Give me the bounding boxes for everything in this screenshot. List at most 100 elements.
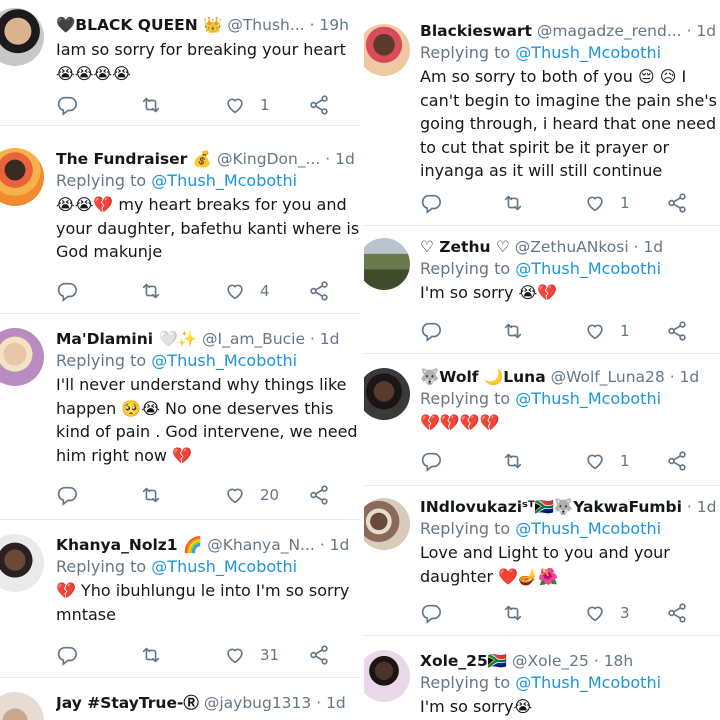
- share-icon: [308, 484, 330, 506]
- timestamp[interactable]: · 19h: [310, 16, 349, 34]
- display-name[interactable]: 🖤BLACK QUEEN 👑: [56, 16, 222, 34]
- avatar[interactable]: [364, 238, 410, 290]
- replying-to: Replying to @Thush_Mcobothi: [420, 673, 662, 692]
- like-button[interactable]: 3: [584, 602, 630, 624]
- like-button[interactable]: 1: [584, 192, 630, 214]
- display-name[interactable]: The Fundraiser 💰: [56, 150, 212, 168]
- display-name[interactable]: 🐺Wolf 🌙Luna: [420, 368, 546, 386]
- mention-link[interactable]: @Thush_Mcobothi: [151, 171, 297, 190]
- share-button[interactable]: [308, 94, 330, 116]
- display-name[interactable]: Blackieswart: [420, 22, 532, 40]
- share-button[interactable]: [308, 484, 330, 506]
- share-button[interactable]: [666, 602, 688, 624]
- avatar[interactable]: [0, 8, 44, 66]
- mention-link[interactable]: @Thush_Mcobothi: [515, 673, 661, 692]
- tweet[interactable]: Khanya_Nolz1 🌈 @Khanya_N... · 1d Replyin…: [0, 520, 360, 678]
- timestamp[interactable]: · 1d: [320, 536, 350, 554]
- avatar[interactable]: [364, 368, 410, 420]
- display-name[interactable]: Jay #StayTrue-Ⓡ: [56, 694, 199, 712]
- mention-link[interactable]: @Thush_Mcobothi: [515, 43, 661, 62]
- tweet[interactable]: The Fundraiser 💰 @KingDon_... · 1d Reply…: [0, 134, 360, 314]
- tweet[interactable]: Ma'Dlamini 🤍✨ @I_am_Bucie · 1d Replying …: [0, 314, 360, 520]
- display-name[interactable]: Ma'Dlamini 🤍✨: [56, 330, 197, 348]
- tweet[interactable]: Blackieswart @magadze_rend... · 1d Reply…: [364, 0, 720, 226]
- like-button[interactable]: 1: [584, 450, 630, 472]
- timestamp[interactable]: · 18h: [594, 652, 633, 670]
- timestamp[interactable]: · 1d: [687, 498, 717, 516]
- timestamp[interactable]: · 1d: [634, 238, 664, 256]
- user-handle[interactable]: @Khanya_N...: [207, 536, 315, 554]
- tweet[interactable]: 🐺Wolf 🌙Luna @Wolf_Luna28 · 1d Replying t…: [364, 354, 720, 486]
- tweet-text: I'm so sorry😭: [420, 697, 533, 716]
- like-button[interactable]: 1: [584, 320, 630, 342]
- mention-link[interactable]: @Thush_Mcobothi: [151, 351, 297, 370]
- like-button[interactable]: 1: [224, 94, 270, 116]
- avatar[interactable]: [364, 24, 410, 76]
- mention-link[interactable]: @Thush_Mcobothi: [151, 557, 297, 576]
- user-handle[interactable]: @Wolf_Luna28: [551, 368, 665, 386]
- reply-button[interactable]: [56, 484, 92, 506]
- replying-to: Replying to @Thush_Mcobothi: [56, 351, 298, 370]
- timestamp[interactable]: · 1d: [670, 368, 700, 386]
- reply-button[interactable]: [420, 320, 442, 342]
- retweet-button[interactable]: [502, 192, 524, 214]
- reply-button[interactable]: [420, 192, 442, 214]
- like-button[interactable]: 20: [224, 484, 279, 506]
- retweet-button[interactable]: [502, 320, 524, 342]
- replying-to: Replying to @Thush_Mcobothi: [56, 557, 298, 576]
- user-handle[interactable]: @Xole_25: [512, 652, 589, 670]
- reply-button[interactable]: [56, 94, 92, 116]
- timestamp[interactable]: · 1d: [325, 150, 355, 168]
- reply-button[interactable]: [420, 450, 442, 472]
- retweet-button[interactable]: [140, 644, 176, 666]
- avatar[interactable]: [364, 498, 410, 550]
- share-button[interactable]: [308, 644, 330, 666]
- share-button[interactable]: [308, 280, 330, 302]
- user-handle[interactable]: @Thush...: [227, 16, 304, 34]
- timestamp[interactable]: · 1d: [687, 22, 717, 40]
- mention-link[interactable]: @Thush_Mcobothi: [515, 389, 661, 408]
- retweet-button[interactable]: [140, 94, 176, 116]
- tweet-text: Love and Light to you and your daughter …: [420, 543, 670, 586]
- display-name[interactable]: Xole_25🇿🇦: [420, 652, 507, 670]
- display-name[interactable]: INdlovukaziˢᵀ🇿🇦🐺YakwaFumbi: [420, 498, 682, 516]
- tweet-text: 😭😭💔 my heart breaks for you and your dau…: [56, 195, 360, 261]
- display-name[interactable]: Khanya_Nolz1 🌈: [56, 536, 202, 554]
- mention-link[interactable]: @Thush_Mcobothi: [515, 259, 661, 278]
- user-handle[interactable]: @magadze_rend...: [537, 22, 682, 40]
- user-handle[interactable]: @I_am_Bucie: [202, 330, 305, 348]
- display-name[interactable]: ♡ Zethu ♡: [420, 238, 510, 256]
- user-handle[interactable]: @KingDon_...: [217, 150, 320, 168]
- share-icon: [666, 192, 688, 214]
- reply-button[interactable]: [56, 280, 92, 302]
- tweet[interactable]: Xole_25🇿🇦 @Xole_25 · 18h Replying to @Th…: [364, 636, 720, 720]
- timestamp[interactable]: · 1d: [310, 330, 340, 348]
- share-button[interactable]: [666, 320, 688, 342]
- reply-button[interactable]: [420, 602, 442, 624]
- reply-icon: [420, 450, 442, 472]
- avatar[interactable]: [0, 328, 44, 386]
- reply-icon: [56, 644, 78, 666]
- tweet[interactable]: 🖤BLACK QUEEN 👑 @Thush... · 19h Iam so so…: [0, 0, 360, 126]
- retweet-button[interactable]: [140, 280, 176, 302]
- retweet-button[interactable]: [502, 602, 524, 624]
- share-button[interactable]: [666, 450, 688, 472]
- tweet[interactable]: ♡ Zethu ♡ @ZethuANkosi · 1d Replying to …: [364, 226, 720, 354]
- reply-button[interactable]: [56, 644, 92, 666]
- avatar[interactable]: [0, 692, 44, 720]
- user-handle[interactable]: @jaybug1313: [204, 694, 311, 712]
- retweet-button[interactable]: [140, 484, 176, 506]
- like-button[interactable]: 4: [224, 280, 270, 302]
- user-handle[interactable]: @ZethuANkosi: [515, 238, 629, 256]
- avatar[interactable]: [0, 148, 44, 206]
- avatar[interactable]: [364, 650, 410, 702]
- retweet-button[interactable]: [502, 450, 524, 472]
- share-button[interactable]: [666, 192, 688, 214]
- timestamp[interactable]: · 1d: [316, 694, 346, 712]
- tweet[interactable]: INdlovukaziˢᵀ🇿🇦🐺YakwaFumbi · 1d Replying…: [364, 486, 720, 636]
- heart-icon: [224, 280, 246, 302]
- tweet[interactable]: Jay #StayTrue-Ⓡ @jaybug1313 · 1d: [0, 678, 360, 720]
- mention-link[interactable]: @Thush_Mcobothi: [515, 519, 661, 538]
- like-button[interactable]: 31: [224, 644, 279, 666]
- avatar[interactable]: [0, 534, 44, 592]
